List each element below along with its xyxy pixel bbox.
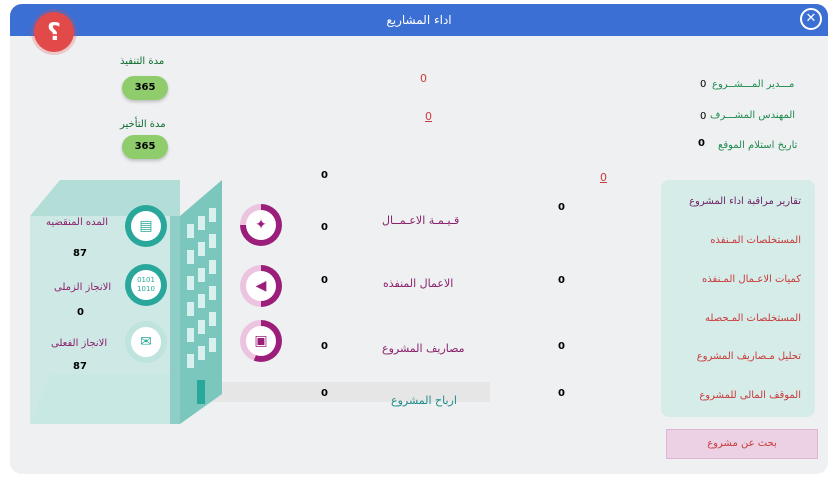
film-icon: ▣ [254, 333, 268, 349]
report-link-3[interactable]: المستخلصات المـحصله [705, 313, 801, 324]
expenses-right: 0 [558, 341, 565, 352]
exec-duration-label: مدة التنفيذ [120, 56, 165, 67]
manager-value: 0 [700, 79, 707, 90]
expenses-left: 0 [321, 341, 328, 352]
elapsed-value: 87 [73, 248, 87, 259]
expenses-label: مصاريف المشروع [382, 342, 465, 355]
main-panel: اداء المشاريع ✕ ؟ مـــدير المـــشــروع 0… [10, 4, 828, 474]
red-value-a: 0 [420, 72, 427, 85]
profit-left: 0 [321, 388, 328, 399]
red-value-b[interactable]: 0 [425, 110, 432, 123]
profit-label: ارباح المشروع [391, 394, 457, 407]
search-project-button[interactable]: بحث عن مشروع [666, 429, 818, 459]
speaker-icon: ◀ [255, 278, 267, 294]
time-progress-value: 0 [77, 307, 84, 318]
executed-gauge: ◀ [240, 265, 282, 307]
engineer-label: المهندس المشـــرف [710, 110, 796, 121]
report-link-2[interactable]: كميات الاعـمال المـنفذه [702, 274, 801, 285]
profit-right: 0 [558, 388, 565, 399]
actual-progress-gauge: ✉ [125, 321, 167, 363]
reports-title: تقارير مراقبة اداء المشروع [689, 196, 801, 207]
report-link-1[interactable]: المستخلصات المـنفذه [710, 235, 801, 246]
reports-panel: تقارير مراقبة اداء المشروع المستخلصات ال… [661, 180, 815, 417]
site-date-value: 0 [698, 138, 705, 149]
work-value-left: 0 [321, 222, 328, 233]
exec-duration-value: 365 [122, 76, 168, 100]
work-value-gauge: ✦ [240, 204, 282, 246]
elapsed-label: المده المنقضيه [46, 217, 109, 228]
red-value-c[interactable]: 0 [600, 171, 607, 184]
actual-progress-label: الانجاز الفعلى [51, 338, 108, 349]
engineer-value: 0 [700, 111, 707, 122]
binary-icon: 0101 1010 [137, 276, 155, 293]
elapsed-gauge: ▤ [125, 205, 167, 247]
report-link-5[interactable]: الموقف المالى للمشروع [699, 390, 801, 401]
time-progress-gauge: 0101 1010 [125, 264, 167, 306]
time-progress-label: الانجاز الزملى [54, 282, 112, 293]
work-value-right: 0 [558, 202, 565, 213]
building-front-glass [30, 216, 180, 424]
mail-icon: ✉ [140, 334, 152, 350]
help-icon[interactable]: ؟ [34, 12, 74, 52]
document-icon: ▤ [139, 218, 153, 234]
manager-label: مـــدير المـــشــروع [712, 79, 795, 90]
report-link-4[interactable]: تحليل مـصاريف المشروع [697, 351, 801, 362]
delay-duration-label: مدة التأخير [120, 119, 166, 130]
twitter-icon: ✦ [255, 217, 267, 233]
executed-label: الاعمال المنفذه [383, 277, 454, 290]
expenses-gauge: ▣ [240, 320, 282, 362]
executed-left: 0 [321, 275, 328, 286]
building-door [197, 380, 205, 404]
executed-right: 0 [558, 275, 565, 286]
actual-progress-value: 87 [73, 361, 87, 372]
work-value-label: قـيـمـة الاعـمــال [382, 214, 460, 227]
site-date-label: تاريخ استلام الموقع [718, 140, 798, 151]
top-metric-value: 0 [321, 170, 328, 181]
delay-duration-value: 365 [122, 135, 168, 159]
